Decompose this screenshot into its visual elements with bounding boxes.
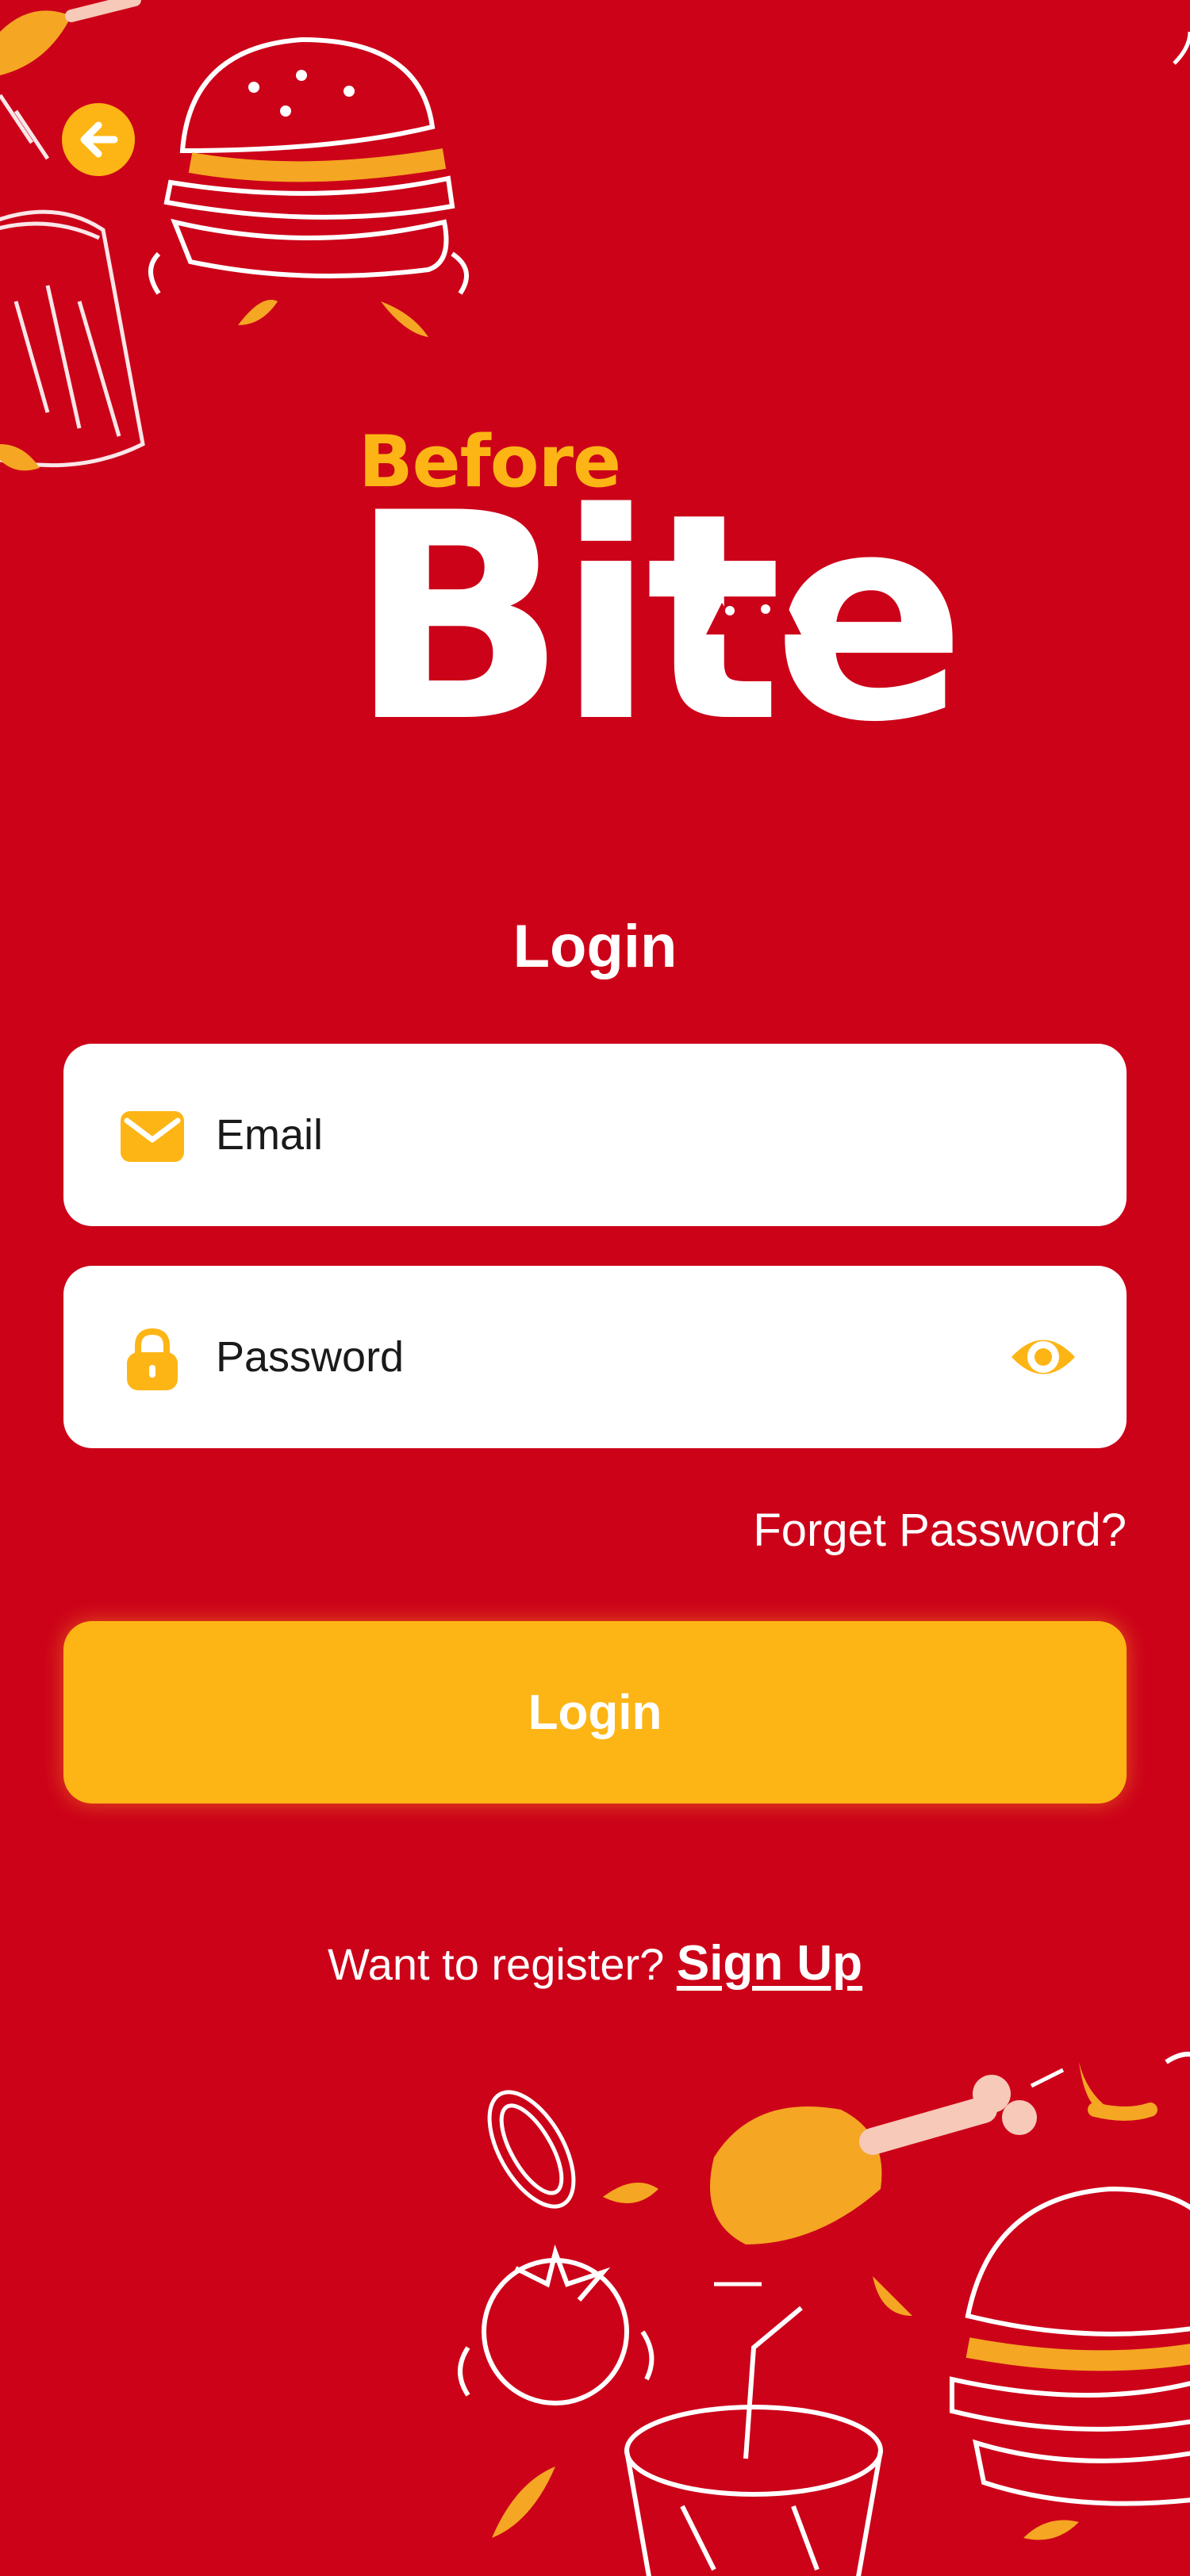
register-prompt: Want to register? Sign Up <box>0 1935 1190 1991</box>
bite-mark-icon <box>706 599 801 634</box>
leaf-doodle <box>0 444 40 471</box>
cheese-doodle <box>487 2090 576 2209</box>
drumstick-doodle-top <box>0 0 141 76</box>
leaf-doodle <box>1079 2062 1111 2111</box>
logo-bite-text: Bite <box>349 452 966 784</box>
arrow-left-icon <box>80 121 118 158</box>
login-button-label: Login <box>528 1685 662 1740</box>
drumstick-doodle-bottom <box>710 2068 1065 2287</box>
back-button[interactable] <box>62 103 135 176</box>
page-title: Login <box>512 913 678 980</box>
register-prompt-text: Want to register? <box>327 1939 677 1989</box>
forget-password-link[interactable]: Forget Password? <box>753 1504 1127 1557</box>
app-logo: Before Bite <box>349 420 966 769</box>
leaf-doodle <box>1023 2520 1079 2540</box>
email-field[interactable] <box>63 1044 1127 1226</box>
tomato-doodle <box>458 2244 654 2405</box>
leaf-doodle <box>381 301 428 337</box>
email-input[interactable] <box>216 1044 1009 1226</box>
password-field[interactable] <box>63 1266 1127 1448</box>
burger-doodle-bottom <box>950 2052 1190 2506</box>
lock-icon <box>127 1328 178 1390</box>
leaf-doodle <box>492 2467 555 2538</box>
leaf-doodle <box>873 2276 912 2316</box>
leaf-doodle <box>238 300 278 325</box>
eye-icon[interactable] <box>1008 1323 1079 1391</box>
leaf-doodle <box>1173 31 1190 65</box>
leaf-doodle <box>1088 2103 1157 2121</box>
burger-doodle-top <box>148 36 469 295</box>
signup-link[interactable]: Sign Up <box>677 1936 862 1991</box>
leaf-doodle <box>603 2183 658 2203</box>
envelope-icon <box>121 1111 184 1162</box>
drink-cup-doodle <box>624 2306 883 2576</box>
password-input[interactable] <box>216 1266 1009 1448</box>
login-button[interactable]: Login <box>63 1621 1127 1804</box>
